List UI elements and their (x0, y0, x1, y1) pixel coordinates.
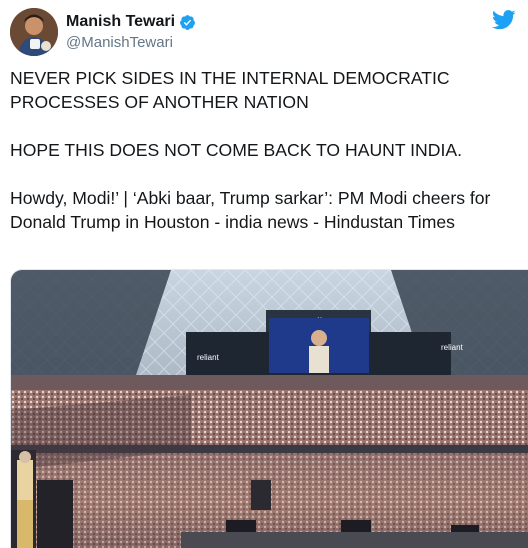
avatar-image (10, 8, 58, 56)
tweet-paragraph: Howdy, Modi!’ | ‘Abki baar, Trump sarkar… (10, 188, 496, 232)
name-row: Manish Tewari (66, 13, 196, 31)
stadium-photo: stadium reliant reliant (11, 270, 528, 548)
avatar[interactable] (10, 8, 58, 56)
banner-left: reliant (197, 353, 220, 362)
tweet-paragraph: HOPE THIS DOES NOT COME BACK TO HAUNT IN… (10, 140, 462, 160)
tweet-media-photo[interactable]: stadium reliant reliant (10, 269, 528, 548)
verified-badge-icon (180, 14, 195, 30)
tweet-text: NEVER PICK SIDES IN THE INTERNAL DEMOCRA… (10, 66, 520, 234)
tweet-header: Manish Tewari @ManishTewari (10, 8, 518, 60)
tweet-paragraph: NEVER PICK SIDES IN THE INTERNAL DEMOCRA… (10, 68, 455, 112)
banner-right: reliant (441, 343, 464, 352)
author-handle[interactable]: @ManishTewari (66, 34, 196, 51)
author-name[interactable]: Manish Tewari (66, 13, 175, 31)
twitter-bird-icon[interactable] (492, 10, 516, 30)
author-block: Manish Tewari @ManishTewari (66, 13, 196, 51)
